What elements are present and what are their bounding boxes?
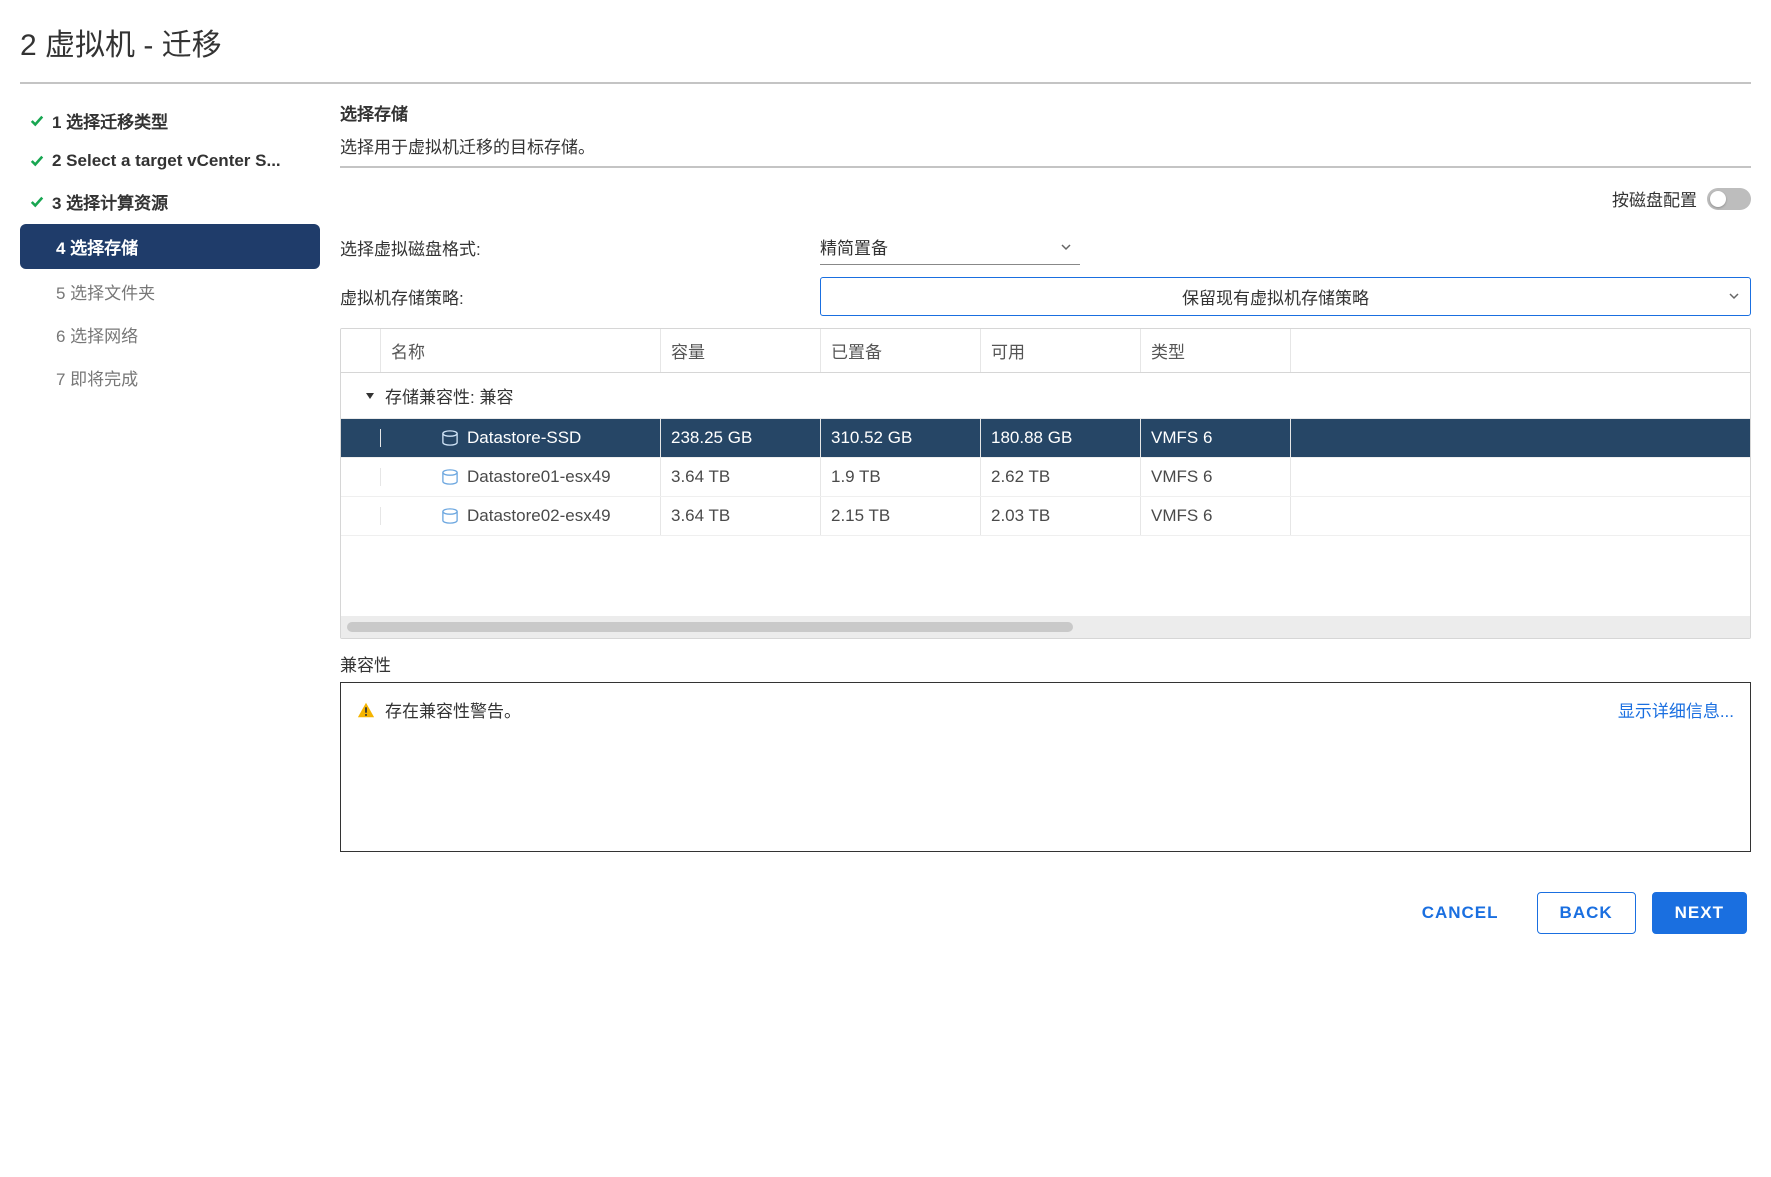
table-group-row[interactable]: 存储兼容性: 兼容 [341,373,1750,419]
show-details-link[interactable]: 显示详细信息... [1618,697,1734,722]
warning-icon [357,701,375,719]
step-7: 7 即将完成 [20,357,320,398]
toggle-knob-icon [1710,191,1726,207]
step-6: 6 选择网络 [20,314,320,355]
disk-format-select[interactable]: 精简置备 [820,229,1080,265]
check-icon [30,154,44,168]
cell-free: 180.88 GB [981,419,1141,457]
per-disk-toggle[interactable] [1707,188,1751,210]
table-header: 名称 容量 已置备 可用 类型 [341,329,1750,373]
cancel-button[interactable]: CANCEL [1400,893,1521,933]
back-button[interactable]: BACK [1537,892,1636,934]
check-icon [30,195,44,209]
divider [20,82,1751,84]
cell-capacity: 3.64 TB [661,458,821,496]
section-desc: 选择用于虚拟机迁移的目标存储。 [340,133,1751,158]
step-label: 3 选择计算资源 [52,189,168,214]
th-free[interactable]: 可用 [981,329,1141,372]
cell-capacity: 3.64 TB [661,497,821,535]
table-row[interactable]: Datastore-SSD 238.25 GB 310.52 GB 180.88… [341,419,1750,458]
cell-name: Datastore02-esx49 [467,506,611,526]
cell-type: VMFS 6 [1141,419,1291,457]
datastore-icon [441,430,459,446]
th-capacity[interactable]: 容量 [661,329,821,372]
cell-name: Datastore01-esx49 [467,467,611,487]
next-button[interactable]: NEXT [1652,892,1747,934]
cell-name: Datastore-SSD [467,428,581,448]
compatibility-box: 存在兼容性警告。 显示详细信息... [340,682,1751,852]
chevron-down-icon [1060,241,1072,253]
datastore-table: 名称 容量 已置备 可用 类型 存储兼容性: 兼容 Datastore-SSD … [340,328,1751,639]
table-row[interactable]: Datastore02-esx49 3.64 TB 2.15 TB 2.03 T… [341,497,1750,536]
storage-policy-label: 虚拟机存储策略: [340,284,820,309]
chevron-down-icon [1728,290,1740,302]
horizontal-scrollbar[interactable] [341,616,1750,638]
step-label: 7 即将完成 [56,365,138,390]
divider [340,166,1751,168]
cell-free: 2.03 TB [981,497,1141,535]
datastore-icon [441,508,459,524]
step-label: 2 Select a target vCenter S... [52,151,281,171]
cell-free: 2.62 TB [981,458,1141,496]
scrollbar-thumb-icon [347,622,1073,632]
step-2[interactable]: 2 Select a target vCenter S... [20,143,320,179]
step-5: 5 选择文件夹 [20,271,320,312]
datastore-icon [441,469,459,485]
step-label: 1 选择迁移类型 [52,108,168,133]
triangle-down-icon [365,391,375,401]
section-title: 选择存储 [340,100,1751,125]
cell-type: VMFS 6 [1141,497,1291,535]
cell-provisioned: 1.9 TB [821,458,981,496]
step-1[interactable]: 1 选择迁移类型 [20,100,320,141]
storage-policy-value: 保留现有虚拟机存储策略 [1182,289,1369,308]
th-type[interactable]: 类型 [1141,329,1291,372]
table-group-label: 存储兼容性: 兼容 [385,383,513,408]
th-name[interactable]: 名称 [381,329,661,372]
step-3[interactable]: 3 选择计算资源 [20,181,320,222]
cell-provisioned: 310.52 GB [821,419,981,457]
compatibility-warning-text: 存在兼容性警告。 [385,697,521,722]
per-disk-toggle-label: 按磁盘配置 [1612,186,1697,211]
step-4[interactable]: 4 选择存储 [20,224,320,269]
disk-format-label: 选择虚拟磁盘格式: [340,235,820,260]
storage-policy-select[interactable]: 保留现有虚拟机存储策略 [820,277,1751,316]
table-row[interactable]: Datastore01-esx49 3.64 TB 1.9 TB 2.62 TB… [341,458,1750,497]
dialog-title: 2 虚拟机 - 迁移 [20,20,1751,64]
compatibility-heading: 兼容性 [340,651,1751,676]
cell-type: VMFS 6 [1141,458,1291,496]
cell-capacity: 238.25 GB [661,419,821,457]
step-label: 4 选择存储 [56,234,138,259]
step-label: 5 选择文件夹 [56,279,155,304]
step-label: 6 选择网络 [56,322,138,347]
disk-format-value: 精简置备 [820,234,888,259]
wizard-steps: 1 选择迁移类型 2 Select a target vCenter S... … [20,100,320,934]
check-icon [30,114,44,128]
cell-provisioned: 2.15 TB [821,497,981,535]
th-provisioned[interactable]: 已置备 [821,329,981,372]
